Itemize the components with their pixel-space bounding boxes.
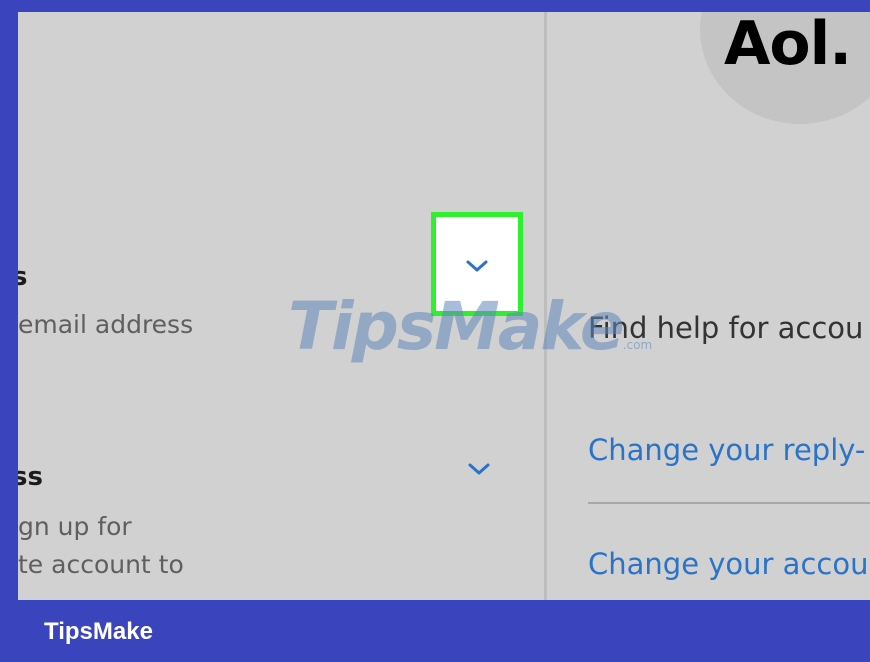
change-account-link[interactable]: Change your accou (588, 550, 868, 579)
watermark-suffix: .com (622, 338, 653, 352)
section-title-2: ss (18, 462, 43, 492)
section-title-1: s (18, 262, 28, 292)
chevron-down-icon[interactable] (466, 460, 492, 478)
footer-brand: TipsMake (44, 618, 153, 645)
aol-help-page: Aol. s email address ss gn up for te acc… (18, 12, 870, 600)
watermark-text: TipsMake (288, 288, 625, 365)
section-description-2-line-2: te account to (18, 550, 184, 579)
section-description-2-line-1: gn up for (18, 512, 132, 541)
change-reply-to-link[interactable]: Change your reply- (588, 436, 865, 465)
tipsmake-watermark: TipsMake.com (288, 294, 652, 360)
link-divider (588, 502, 870, 504)
section-description-1: email address (18, 310, 194, 339)
screenshot-frame: Aol. s email address ss gn up for te acc… (0, 0, 870, 662)
chevron-down-icon[interactable] (464, 257, 490, 275)
frame-border-top (0, 0, 870, 12)
aol-logo: Aol. (724, 12, 852, 79)
frame-border-left (0, 0, 18, 662)
